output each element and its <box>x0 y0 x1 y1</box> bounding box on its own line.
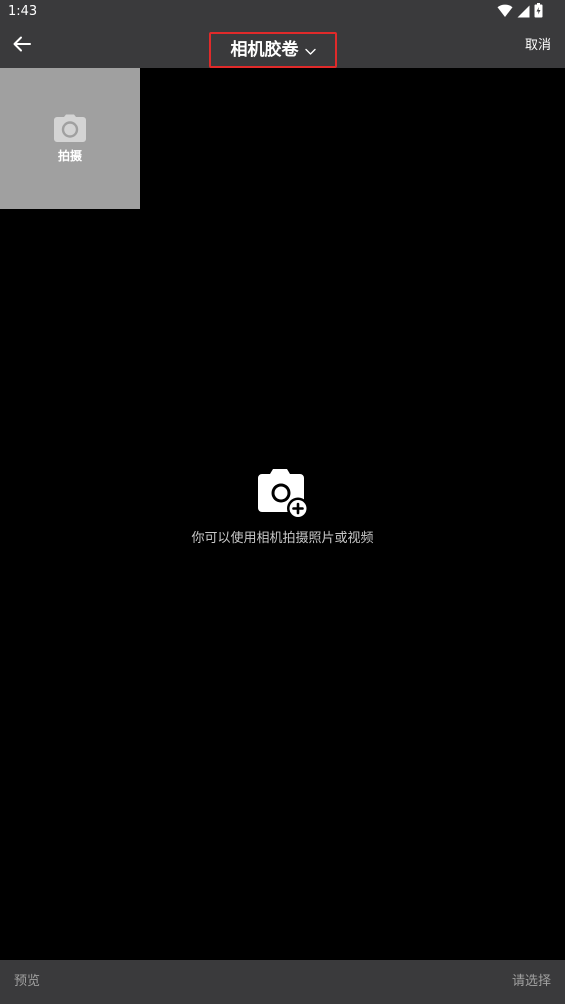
preview-button[interactable]: 预览 <box>14 973 40 991</box>
capture-tile[interactable]: 拍摄 <box>0 68 140 209</box>
status-icons <box>497 2 543 22</box>
cancel-button[interactable]: 取消 <box>525 36 551 56</box>
back-button[interactable] <box>6 30 38 62</box>
battery-icon <box>534 2 543 22</box>
top-bar: 相机胶卷 取消 <box>0 24 565 68</box>
capture-label: 拍摄 <box>57 148 82 163</box>
status-time: 1:43 <box>8 4 38 19</box>
album-title-dropdown[interactable]: 相机胶卷 <box>209 32 337 68</box>
album-picker-screen: 1:43 相机胶卷 取消 拍摄 你可以使用相机拍摄照片或视频 预览 请选择 <box>0 0 565 1004</box>
camera-add-icon <box>256 468 310 524</box>
camera-icon <box>53 114 87 146</box>
empty-state-message: 你可以使用相机拍摄照片或视频 <box>191 531 374 546</box>
cellular-signal-icon <box>517 3 530 22</box>
wifi-icon <box>497 3 513 22</box>
album-title: 相机胶卷 <box>230 40 299 60</box>
select-button[interactable]: 请选择 <box>512 973 551 991</box>
back-arrow-icon <box>12 34 32 58</box>
status-bar: 1:43 <box>0 0 565 24</box>
chevron-down-icon <box>304 41 316 60</box>
empty-state: 你可以使用相机拍摄照片或视频 <box>0 468 565 548</box>
bottom-bar: 预览 请选择 <box>0 960 565 1004</box>
